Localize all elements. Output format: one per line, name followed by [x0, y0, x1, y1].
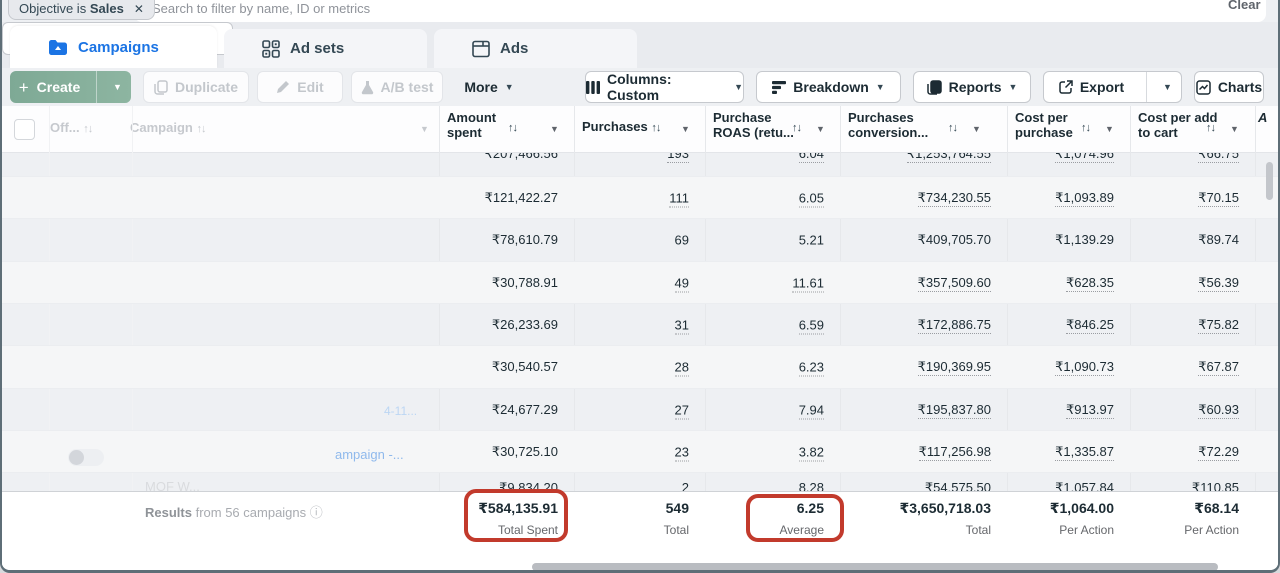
chevron-down-icon: ▼: [734, 82, 743, 92]
table-header: Off... ↑↓ Campaign ↑↓ ▼ Amountspent ↑↓ ▼…: [2, 106, 1280, 153]
chevron-down-icon[interactable]: ▼: [972, 124, 981, 134]
column-header-purchases[interactable]: Purchases ↑↓: [582, 119, 660, 136]
tab-bar: Campaigns Ad sets Ads 1 Jan 2026 - 31 Ja…: [2, 22, 1280, 68]
table-row[interactable]: ₹30,788.914911.61₹357,509.60₹628.35₹56.3…: [2, 262, 1280, 304]
export-button[interactable]: Export ▼: [1043, 71, 1182, 103]
chart-icon: [1196, 80, 1211, 95]
total-conversion-value: ₹3,650,718.03: [900, 500, 992, 517]
table-row[interactable]: ₹30,540.57286.23₹190,369.95₹1,090.73₹67.…: [2, 346, 1280, 389]
table-row[interactable]: ₹78,610.79695.21₹409,705.70₹1,139.29₹89.…: [2, 219, 1280, 262]
more-label: More: [464, 79, 497, 95]
charts-label: Charts: [1218, 79, 1262, 95]
tab-campaigns[interactable]: Campaigns: [10, 26, 217, 68]
faint-campaign-id: 4-11...: [384, 404, 417, 418]
chevron-down-icon[interactable]: ▼: [816, 124, 825, 134]
results-summary: Results from 56 campaigns ⓘ: [145, 502, 323, 521]
table-row[interactable]: ₹24,677.29277.94₹195,837.80₹913.97₹60.93: [2, 389, 1280, 431]
annotation-total-spent: [464, 489, 568, 542]
column-header-partial: A: [1258, 110, 1267, 125]
pencil-icon: [276, 80, 290, 94]
create-dropdown-arrow[interactable]: ▼: [104, 71, 131, 103]
cost-per-purchase-total: ₹1,064.00: [1050, 500, 1114, 517]
column-header-off[interactable]: Off... ↑↓: [50, 120, 92, 137]
chevron-down-icon[interactable]: ▼: [681, 124, 690, 134]
chevron-down-icon: ▼: [1008, 82, 1017, 92]
duplicate-button[interactable]: Duplicate: [143, 71, 249, 103]
campaigns-folder-icon: [48, 39, 68, 56]
export-label: Export: [1080, 79, 1124, 95]
faint-campaign-link[interactable]: ampaign -...: [335, 447, 404, 462]
filter-chip-label: Objective is Sales: [19, 1, 124, 16]
export-icon: [1059, 80, 1073, 94]
ab-test-label: A/B test: [381, 79, 434, 95]
ad-sets-grid-icon: [262, 40, 280, 58]
annotation-average-roas: [746, 494, 844, 542]
create-label: Create: [37, 79, 81, 95]
charts-button[interactable]: Charts: [1194, 71, 1264, 103]
export-dropdown-arrow[interactable]: ▼: [1154, 82, 1181, 92]
tab-campaigns-label: Campaigns: [78, 39, 159, 56]
total-purchases-label: Total: [664, 523, 689, 537]
column-header-purchase-roas[interactable]: PurchaseROAS (retu...: [713, 110, 794, 140]
columns-icon: [586, 81, 600, 94]
campaign-toggle[interactable]: [68, 449, 104, 466]
table-row[interactable]: ₹30,725.10233.82₹117,256.98₹1,335.87₹72.…: [2, 431, 1280, 473]
chevron-down-icon[interactable]: ▼: [1105, 124, 1114, 134]
cost-per-add-to-cart-total: ₹68.14: [1194, 500, 1239, 517]
info-icon[interactable]: ⓘ: [310, 505, 323, 520]
reports-label: Reports: [949, 79, 1002, 95]
create-button[interactable]: + Create ▼: [10, 71, 131, 103]
chevron-down-icon[interactable]: ▼: [420, 124, 429, 134]
faint-campaign-name: MOF W...: [145, 479, 200, 491]
table-row-clipped-bottom[interactable]: ₹9,834.20 2 8.28 ₹54,575.50 ₹1,057.84 ₹1…: [2, 473, 1280, 491]
total-conversion-value-label: Total: [966, 523, 991, 537]
plus-icon: +: [19, 79, 29, 96]
remove-filter-icon[interactable]: ✕: [134, 2, 144, 16]
ads-manager-window: Search to filter by name, ID or metrics …: [0, 0, 1280, 573]
table-row[interactable]: ₹121,422.271116.05₹734,230.55₹1,093.89₹7…: [2, 177, 1280, 219]
chevron-down-icon: ▼: [505, 82, 514, 92]
breakdown-label: Breakdown: [793, 79, 868, 95]
actions-toolbar: + Create ▼ Duplicate Edit A/B test More ▼…: [2, 68, 1280, 106]
breakdown-button[interactable]: Breakdown ▼: [756, 71, 901, 103]
chevron-down-icon[interactable]: ▼: [550, 124, 559, 134]
edit-label: Edit: [297, 79, 323, 95]
table-row[interactable]: ₹26,233.69316.59₹172,886.75₹846.25₹75.82: [2, 304, 1280, 346]
chevron-down-icon: ▼: [876, 82, 885, 92]
breakdown-icon: [772, 81, 786, 94]
reports-icon: [927, 80, 942, 95]
tab-ad-sets[interactable]: Ad sets: [224, 29, 427, 68]
chevron-down-icon[interactable]: ▼: [1230, 124, 1239, 134]
tab-ads-label: Ads: [500, 40, 528, 57]
cost-per-purchase-total-label: Per Action: [1059, 523, 1114, 537]
columns-button[interactable]: Columns: Custom ▼: [585, 71, 744, 103]
table-row-clipped-top[interactable]: ₹207,466.56 193 6.04 ₹1,253,764.55 ₹1,07…: [2, 153, 1280, 177]
columns-label: Columns: Custom: [607, 71, 727, 103]
totals-row: Results from 56 campaigns ⓘ ₹584,135.91 …: [2, 491, 1280, 556]
cost-per-add-to-cart-total-label: Per Action: [1184, 523, 1239, 537]
column-header-campaign[interactable]: Campaign ↑↓: [130, 120, 205, 137]
ab-test-button[interactable]: A/B test: [351, 71, 443, 103]
vertical-scrollbar[interactable]: [1266, 162, 1273, 200]
column-header-cost-per-purchase[interactable]: Cost perpurchase: [1015, 110, 1073, 140]
tab-ads[interactable]: Ads: [434, 29, 637, 68]
flask-icon: [361, 80, 374, 95]
column-header-amount-spent[interactable]: Amountspent: [447, 110, 496, 140]
tab-ad-sets-label: Ad sets: [290, 40, 344, 57]
clear-filters-link[interactable]: Clear: [1228, 0, 1261, 12]
edit-button[interactable]: Edit: [257, 71, 343, 103]
filter-chip-objective-sales[interactable]: Objective is Sales ✕: [8, 0, 155, 20]
duplicate-label: Duplicate: [175, 79, 238, 95]
select-all-checkbox[interactable]: [14, 119, 35, 140]
horizontal-scrollbar[interactable]: [532, 563, 1218, 571]
total-purchases: 549: [666, 500, 689, 516]
column-header-purchases-conversion[interactable]: Purchasesconversion...: [848, 110, 928, 140]
reports-button[interactable]: Reports ▼: [913, 71, 1031, 103]
ads-frame-icon: [472, 40, 490, 58]
search-placeholder: Search to filter by name, ID or metrics: [152, 1, 370, 16]
more-button[interactable]: More ▼: [453, 71, 525, 103]
duplicate-icon: [154, 80, 168, 95]
